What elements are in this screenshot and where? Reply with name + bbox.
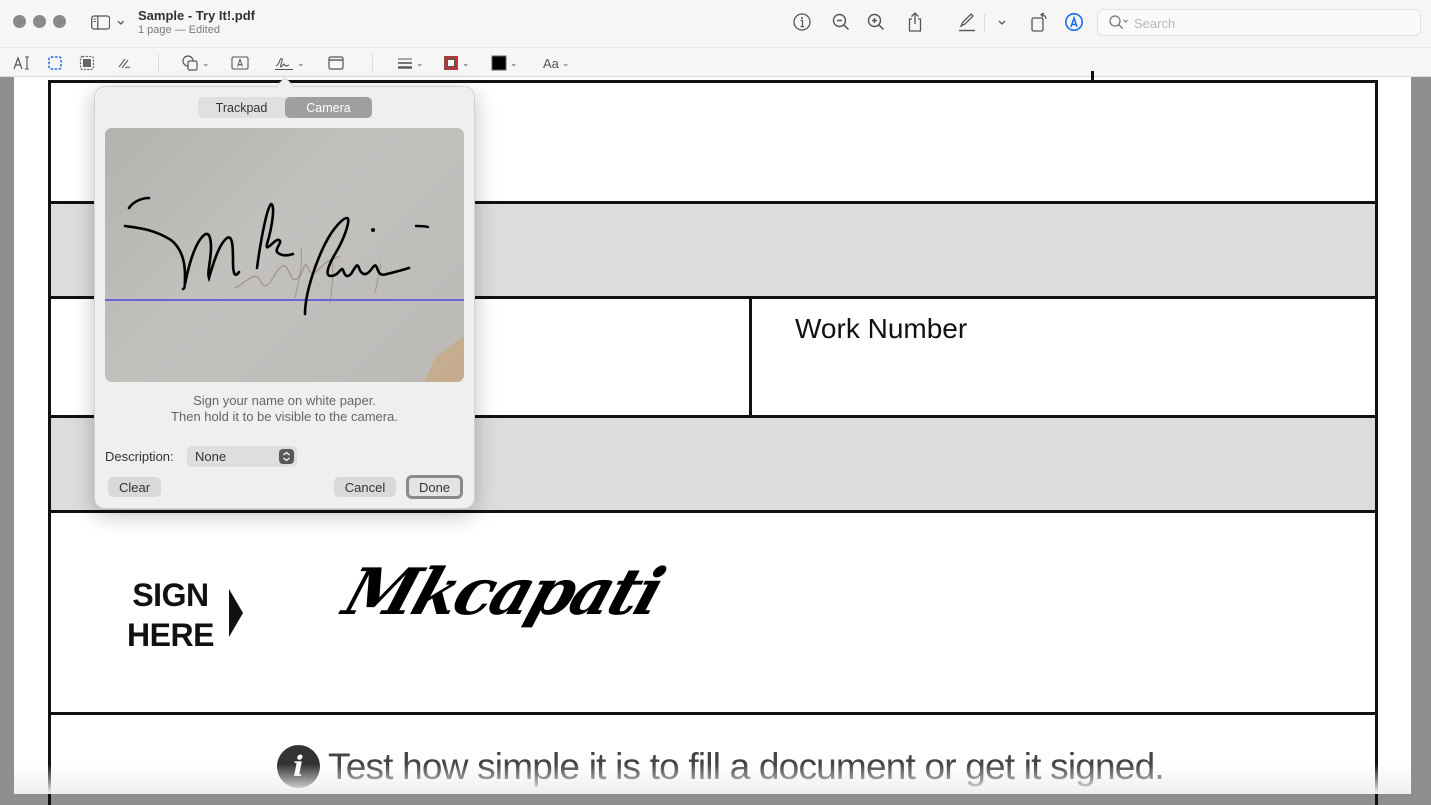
markup-toolbar: ⌄ ⌄ ⌄ ⌄ ⌄ Aa ⌄ — [0, 47, 1431, 77]
title-bar: Sample - Try It!.pdf 1 page — Edited Sea… — [0, 0, 1431, 47]
zoom-in-icon — [867, 13, 885, 31]
tab-trackpad[interactable]: Trackpad — [198, 97, 285, 118]
info-button[interactable] — [791, 11, 813, 33]
chevron-down-icon: ⌄ — [462, 57, 470, 68]
close-window-button[interactable] — [13, 15, 26, 28]
minimize-window-button[interactable] — [33, 15, 46, 28]
highlight-pen-icon — [959, 13, 975, 32]
zoom-in-button[interactable] — [865, 11, 887, 33]
text-box-icon — [231, 56, 249, 70]
chevron-down-icon: ⌄ — [561, 57, 570, 68]
line-style-tool[interactable]: ⌄ — [397, 53, 424, 73]
search-icon — [1109, 15, 1128, 29]
fill-color-icon — [491, 55, 507, 71]
sidebar-icon — [91, 14, 111, 30]
select-stepper-icon — [279, 449, 294, 464]
description-select[interactable]: None — [187, 446, 297, 467]
signature-popover: Trackpad Camera Sign your name on white … — [94, 77, 475, 509]
captured-signature — [123, 196, 430, 316]
sign-here-label: SIGN HERE — [127, 575, 214, 655]
document-title: Sample - Try It!.pdf — [138, 8, 256, 23]
search-placeholder: Search — [1134, 16, 1176, 31]
zoom-window-button[interactable] — [53, 15, 66, 28]
lasso-icon — [79, 55, 95, 71]
chevron-down-icon — [117, 20, 125, 25]
signature-input-tabs: Trackpad Camera — [198, 97, 372, 118]
search-field[interactable]: Search — [1097, 9, 1421, 36]
border-color-tool[interactable]: ⌄ — [443, 53, 470, 73]
zoom-out-icon — [832, 13, 850, 31]
signature-row: SIGN HERE Mkcapati — [48, 513, 1378, 715]
text-style-tool[interactable]: Aa ⌄ — [543, 53, 569, 73]
dashed-rectangle-icon — [48, 56, 62, 70]
sign-tool[interactable]: ⌄ — [274, 53, 305, 73]
sidebar-toggle-button[interactable] — [91, 13, 127, 31]
share-icon — [908, 12, 922, 32]
info-icon — [793, 13, 811, 31]
tab-camera[interactable]: Camera — [285, 97, 372, 118]
form-column-divider — [749, 299, 752, 415]
chevron-down-icon — [998, 20, 1006, 25]
text-style-label: Aa — [543, 55, 559, 71]
work-number-label: Work Number — [795, 313, 968, 344]
note-icon — [328, 56, 344, 70]
highlight-button[interactable] — [956, 11, 978, 33]
shapes-icon — [182, 55, 198, 71]
rotate-button[interactable] — [1028, 11, 1050, 33]
camera-preview — [105, 128, 464, 382]
text-selection-tool[interactable] — [13, 53, 31, 73]
text-box-tool[interactable] — [231, 53, 249, 73]
clear-button[interactable]: Clear — [108, 477, 161, 497]
chevron-down-icon: ⌄ — [202, 57, 210, 68]
highlight-options-button[interactable] — [991, 11, 1013, 33]
share-button[interactable] — [904, 11, 926, 33]
chevron-down-icon: ⌄ — [510, 57, 518, 68]
description-value: None — [195, 449, 227, 464]
cancel-button[interactable]: Cancel — [334, 477, 396, 497]
shapes-tool[interactable]: ⌄ — [181, 53, 210, 73]
line-style-icon — [398, 58, 412, 69]
here-label: HERE — [127, 617, 214, 653]
border-color-icon — [444, 56, 458, 70]
placed-signature[interactable]: Mkcapati — [335, 555, 671, 630]
description-label: Description: — [105, 449, 174, 464]
toolbar-divider — [158, 54, 159, 72]
markup-toggle-button[interactable] — [1063, 11, 1085, 33]
page-bottom-shadow — [14, 764, 1411, 794]
rectangular-selection-tool[interactable] — [47, 53, 63, 73]
toolbar-divider — [984, 14, 985, 32]
sketch-tool[interactable] — [117, 53, 133, 73]
sketch-icon — [118, 58, 131, 69]
sign-label: SIGN — [132, 577, 209, 613]
document-status: 1 page — Edited — [138, 24, 220, 36]
form-row-top-remnant — [48, 71, 1378, 83]
camera-instructions: Sign your name on white paper. Then hold… — [95, 393, 474, 425]
sign-arrow-icon — [229, 589, 243, 637]
signature-icon — [275, 58, 293, 70]
chevron-down-icon: ⌄ — [297, 57, 305, 68]
zoom-out-button[interactable] — [830, 11, 852, 33]
instruction-line-2: Then hold it to be visible to the camera… — [171, 409, 398, 424]
smart-lasso-tool[interactable] — [79, 53, 95, 73]
instruction-line-1: Sign your name on white paper. — [193, 393, 376, 408]
form-column-divider — [1091, 71, 1094, 80]
done-button[interactable]: Done — [406, 475, 463, 499]
fill-color-tool[interactable]: ⌄ — [491, 53, 518, 73]
chevron-down-icon: ⌄ — [416, 57, 424, 68]
markup-icon — [1065, 13, 1083, 31]
text-cursor-icon — [13, 56, 29, 70]
note-tool[interactable] — [328, 53, 344, 73]
rotate-icon — [1031, 12, 1047, 32]
toolbar-divider — [372, 54, 373, 72]
